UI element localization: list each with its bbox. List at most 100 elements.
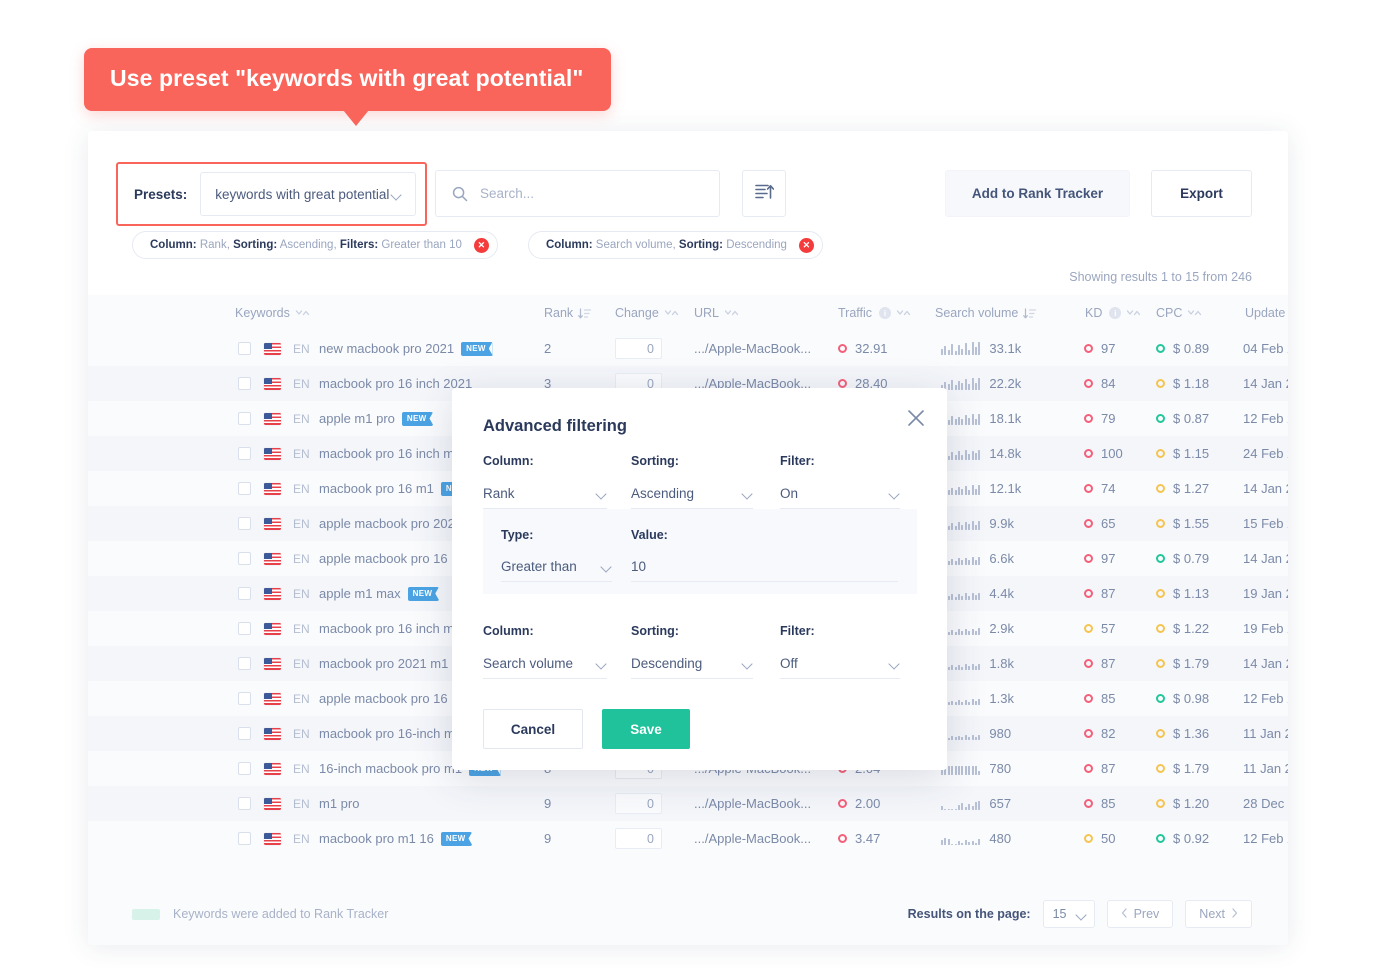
filter-chip[interactable]: Column: Search volume, Sorting: Descendi…: [527, 231, 823, 259]
column-header-update[interactable]: Update: [1245, 306, 1288, 320]
modal-value-input[interactable]: 10: [631, 552, 898, 582]
modal-column-select-2[interactable]: Search volume: [483, 649, 607, 679]
table-row[interactable]: EN m1 pro 9 0 .../Apple-MacBook... 2.00 657 85 $…: [88, 786, 1288, 821]
row-url[interactable]: .../Apple-MacBook...: [694, 341, 811, 356]
results-per-page-select[interactable]: 15: [1042, 900, 1095, 928]
row-update: 12 Feb 2022: [1243, 691, 1288, 706]
row-keyword: apple macbook pro 16 m1: [319, 551, 470, 566]
search-input[interactable]: [480, 186, 690, 201]
modal-sorting-select-2[interactable]: Descending: [631, 649, 753, 679]
row-checkbox[interactable]: [238, 832, 251, 845]
modal-filter-label-2: Filter:: [780, 624, 815, 638]
results-per-page-value: 15: [1052, 907, 1067, 921]
kd-status-dot: [1084, 729, 1093, 738]
remove-chip-icon[interactable]: ✕: [473, 237, 489, 253]
row-update: 19 Feb 2022: [1243, 621, 1288, 636]
column-header-cpc[interactable]: CPC: [1156, 306, 1202, 320]
row-checkbox[interactable]: [238, 482, 251, 495]
traffic-status-dot: [838, 799, 847, 808]
modal-sorting-label-1: Sorting:: [631, 454, 679, 468]
add-to-rank-tracker-button[interactable]: Add to Rank Tracker: [945, 170, 1130, 217]
table-header-row: Keywords Rank Change URL Traffic i Searc…: [88, 295, 1288, 331]
search-box[interactable]: [435, 170, 720, 217]
row-checkbox[interactable]: [238, 342, 251, 355]
table-row[interactable]: EN new macbook pro 2021 NEW 2 0 .../Apple-Mac…: [88, 331, 1288, 366]
modal-column-label-1-wrap: Column: Rank: [483, 454, 607, 509]
row-url[interactable]: .../Apple-MacBook...: [694, 831, 811, 846]
table-row[interactable]: EN macbook pro m1 16 NEW 9 0 .../Apple-MacBoo…: [88, 821, 1288, 856]
column-header-rank[interactable]: Rank: [544, 306, 592, 320]
sort-options-button[interactable]: [742, 170, 786, 217]
row-url[interactable]: .../Apple-MacBook...: [694, 796, 811, 811]
modal-type-select[interactable]: Greater than: [501, 552, 612, 582]
cpc-status-dot: [1156, 589, 1165, 598]
row-keyword: macbook pro 16-inch m1: [319, 726, 463, 741]
table-footer: Keywords were added to Rank Tracker Resu…: [88, 883, 1288, 945]
modal-filter-select-2[interactable]: Off: [780, 649, 900, 679]
row-update: 12 Feb 2022: [1243, 411, 1288, 426]
filter-chip[interactable]: Column: Rank, Sorting: Ascending, Filter…: [132, 231, 498, 259]
row-checkbox[interactable]: [238, 727, 251, 740]
info-icon[interactable]: i: [879, 307, 892, 319]
row-kd: 100: [1101, 446, 1123, 461]
presets-label: Presets:: [134, 186, 188, 202]
prev-page-button[interactable]: Prev: [1106, 900, 1174, 928]
row-kd: 87: [1101, 586, 1116, 601]
sort-toggle-icon: [1187, 309, 1202, 318]
column-header-search-volume[interactable]: Search volume: [935, 306, 1037, 320]
row-language: EN: [293, 656, 310, 671]
column-header-traffic-label: Traffic: [838, 306, 873, 320]
row-traffic: 32.91: [855, 341, 888, 356]
modal-sorting-select-1[interactable]: Ascending: [631, 479, 753, 509]
column-header-url[interactable]: URL: [694, 306, 739, 320]
flag-us-icon: [264, 727, 281, 740]
remove-chip-icon[interactable]: ✕: [798, 237, 814, 253]
modal-type-label: Type:: [501, 528, 534, 542]
chevron-down-icon: [596, 658, 607, 669]
row-checkbox[interactable]: [238, 377, 251, 390]
row-checkbox[interactable]: [238, 762, 251, 775]
column-header-traffic[interactable]: Traffic i: [838, 306, 911, 320]
kd-status-dot: [1084, 624, 1093, 633]
row-checkbox[interactable]: [238, 552, 251, 565]
column-header-change[interactable]: Change: [615, 306, 679, 320]
column-header-search-volume-label: Search volume: [935, 306, 1019, 320]
column-header-kd[interactable]: KD i: [1085, 306, 1141, 320]
next-page-button[interactable]: Next: [1185, 900, 1252, 928]
column-header-cpc-label: CPC: [1156, 306, 1183, 320]
row-kd: 87: [1101, 761, 1116, 776]
sort-toggle-icon: [664, 309, 679, 318]
row-checkbox[interactable]: [238, 412, 251, 425]
row-checkbox[interactable]: [238, 657, 251, 670]
export-button[interactable]: Export: [1151, 170, 1252, 217]
row-checkbox[interactable]: [238, 517, 251, 530]
row-cpc: $ 1.22: [1173, 621, 1210, 636]
legend-swatch: [132, 908, 160, 920]
row-keyword: 16-inch macbook pro m1: [319, 761, 463, 776]
callout-text: Use preset "keywords with great potentia…: [110, 65, 584, 91]
column-header-keywords[interactable]: Keywords: [235, 306, 310, 320]
modal-type-value: Greater than: [501, 559, 577, 574]
new-badge: NEW: [407, 586, 440, 601]
chevron-left-icon: [1121, 907, 1128, 921]
modal-filter-label-1: Filter:: [780, 454, 815, 468]
row-checkbox[interactable]: [238, 587, 251, 600]
preset-select[interactable]: keywords with great potential: [200, 172, 417, 216]
modal-filter-select-1[interactable]: On: [780, 479, 900, 509]
row-update: 12 Feb 2022: [1243, 831, 1288, 846]
save-button[interactable]: Save: [602, 709, 690, 749]
row-search-volume: 9.9k: [989, 516, 1014, 531]
row-checkbox[interactable]: [238, 447, 251, 460]
row-checkbox[interactable]: [238, 692, 251, 705]
new-badge: NEW: [461, 341, 493, 356]
cancel-button[interactable]: Cancel: [483, 709, 583, 749]
row-checkbox[interactable]: [238, 622, 251, 635]
row-language: EN: [293, 796, 310, 811]
modal-column-select-1[interactable]: Rank: [483, 479, 607, 509]
export-label: Export: [1180, 186, 1223, 201]
search-volume-sparkline: [941, 377, 981, 390]
info-icon[interactable]: i: [1109, 307, 1122, 319]
close-modal-button[interactable]: [906, 408, 926, 428]
search-icon: [452, 186, 468, 202]
row-checkbox[interactable]: [238, 797, 251, 810]
